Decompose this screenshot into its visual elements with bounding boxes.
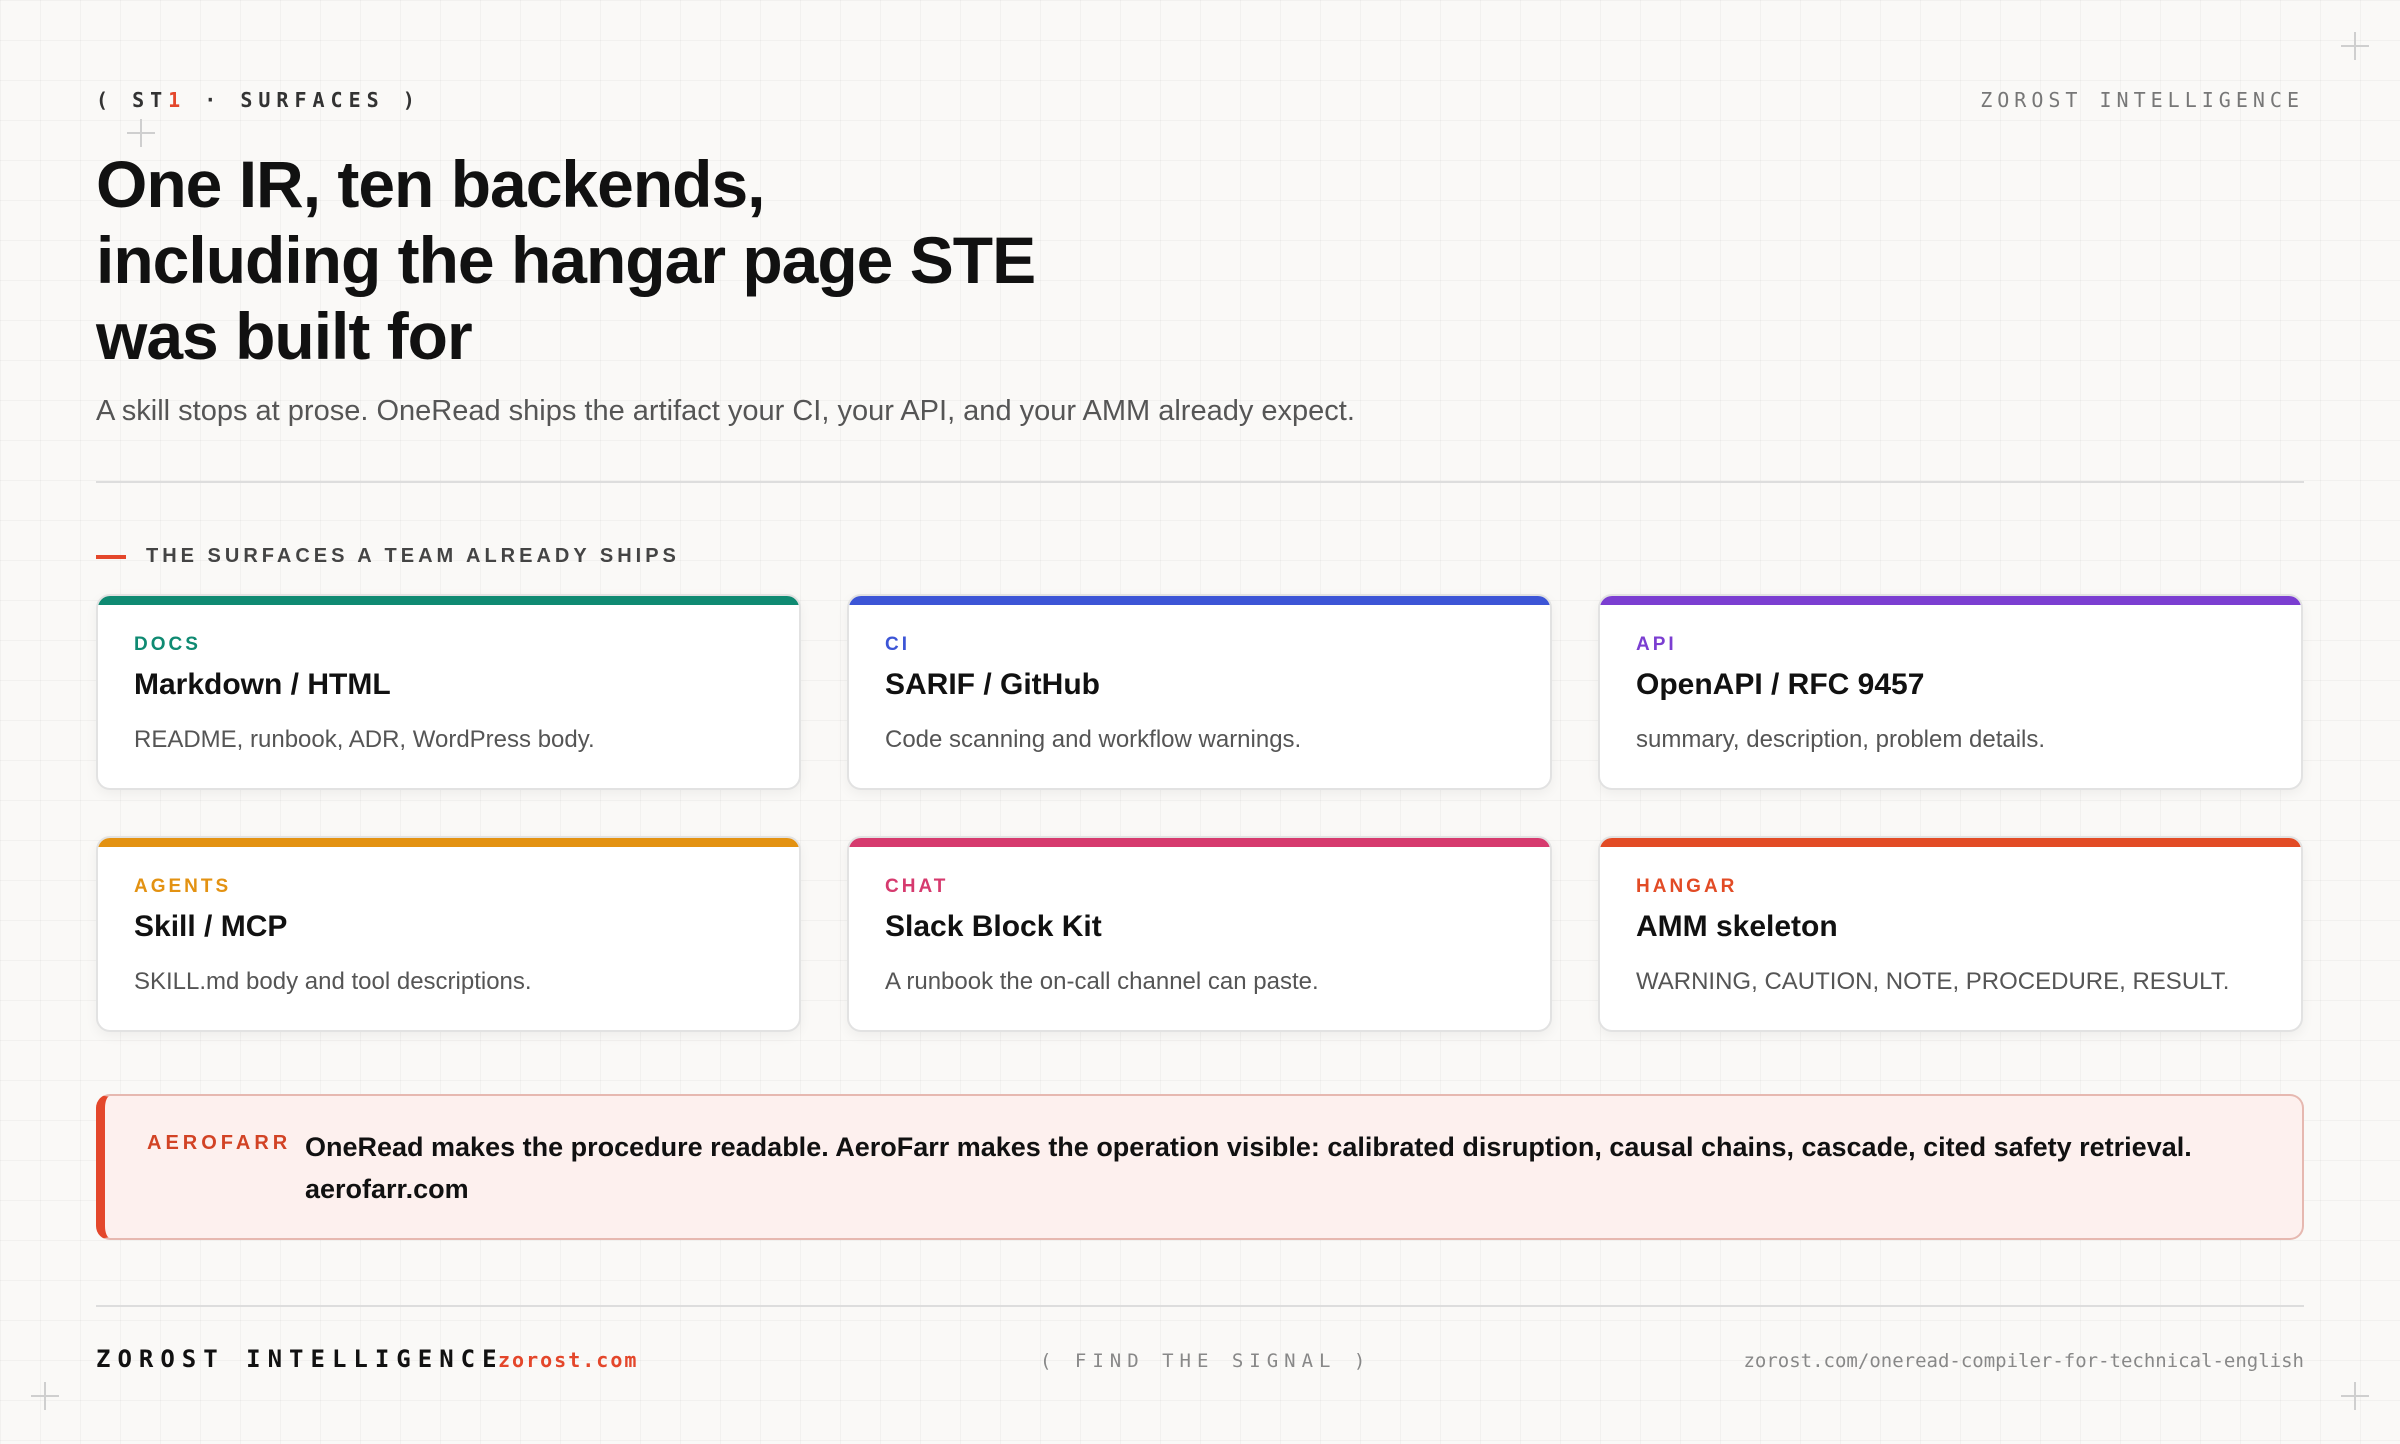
footer-tagline: ( FIND THE SIGNAL )	[1040, 1350, 1372, 1372]
card-description: README, runbook, ADR, WordPress body.	[134, 726, 595, 753]
card-tag: CI	[885, 634, 910, 655]
section-label: THE SURFACES A TEAM ALREADY SHIPS	[96, 545, 680, 568]
section-label-text: THE SURFACES A TEAM ALREADY SHIPS	[146, 545, 680, 567]
card-title: Slack Block Kit	[885, 910, 1102, 943]
surface-card-agents: AGENTS Skill / MCP SKILL.md body and too…	[96, 836, 801, 1032]
card-description: SKILL.md body and tool descriptions.	[134, 968, 532, 995]
divider-top	[96, 481, 2304, 483]
surface-card-api: API OpenAPI / RFC 9457 summary, descript…	[1598, 594, 2303, 790]
eyebrow-rest: · SURFACES )	[186, 88, 421, 112]
card-title: AMM skeleton	[1636, 910, 1838, 943]
surface-card-hangar: HANGAR AMM skeleton WARNING, CAUTION, NO…	[1598, 836, 2303, 1032]
section-eyebrow: ( ST1 · SURFACES )	[96, 88, 421, 112]
card-accent-bar	[1600, 838, 2301, 847]
aerofarr-callout: AEROFARR OneRead makes the procedure rea…	[96, 1094, 2304, 1240]
card-description: A runbook the on-call channel can paste.	[885, 968, 1319, 995]
crosshair-icon	[2341, 32, 2369, 60]
card-description: summary, description, problem details.	[1636, 726, 2046, 753]
card-tag: HANGAR	[1636, 876, 1738, 897]
crosshair-icon	[2341, 1382, 2369, 1410]
card-tag: DOCS	[134, 634, 201, 655]
footer-path-link[interactable]: zorost.com/oneread-compiler-for-technica…	[1743, 1350, 2304, 1372]
callout-message: OneRead makes the procedure readable. Ae…	[305, 1126, 2265, 1210]
surface-card-ci: CI SARIF / GitHub Code scanning and work…	[847, 594, 1552, 790]
card-title: SARIF / GitHub	[885, 668, 1100, 701]
card-tag: CHAT	[885, 876, 949, 897]
callout-text: OneRead makes the procedure readable. Ae…	[305, 1132, 2192, 1162]
page-subtitle: A skill stops at prose. OneRead ships th…	[96, 395, 1355, 427]
callout-tag: AEROFARR	[147, 1132, 292, 1154]
card-tag: AGENTS	[134, 876, 232, 897]
crosshair-icon	[127, 119, 155, 147]
card-description: WARNING, CAUTION, NOTE, PROCEDURE, RESUL…	[1636, 968, 2230, 995]
card-accent-bar	[849, 838, 1550, 847]
surfaces-grid: DOCS Markdown / HTML README, runbook, AD…	[96, 594, 2304, 1032]
section-dash	[96, 554, 126, 559]
eyebrow-open: ( ST	[96, 88, 169, 112]
card-accent-bar	[98, 838, 799, 847]
page-title: One IR, ten backends, including the hang…	[96, 146, 1196, 374]
brand-top: ZOROST INTELLIGENCE	[1980, 88, 2304, 112]
card-title: OpenAPI / RFC 9457	[1636, 668, 1925, 701]
card-title: Skill / MCP	[134, 910, 288, 943]
surface-card-chat: CHAT Slack Block Kit A runbook the on-ca…	[847, 836, 1552, 1032]
card-accent-bar	[1600, 596, 2301, 605]
card-tag: API	[1636, 634, 1677, 655]
card-title: Markdown / HTML	[134, 668, 391, 701]
footer-brand: ZOROST INTELLIGENCE	[96, 1345, 504, 1373]
eyebrow-accent: 1	[168, 88, 187, 112]
callout-link[interactable]: aerofarr.com	[305, 1174, 469, 1204]
surface-card-docs: DOCS Markdown / HTML README, runbook, AD…	[96, 594, 801, 790]
crosshair-icon	[31, 1382, 59, 1410]
title-line-1: One IR, ten backends,	[96, 147, 766, 221]
title-line-2: including the hangar page STE	[96, 223, 1036, 297]
card-accent-bar	[98, 596, 799, 605]
footer-url-link[interactable]: zorost.com	[498, 1348, 638, 1372]
divider-bottom	[96, 1305, 2304, 1307]
title-line-3: was built for	[96, 299, 473, 373]
card-accent-bar	[849, 596, 1550, 605]
card-description: Code scanning and workflow warnings.	[885, 726, 1302, 753]
